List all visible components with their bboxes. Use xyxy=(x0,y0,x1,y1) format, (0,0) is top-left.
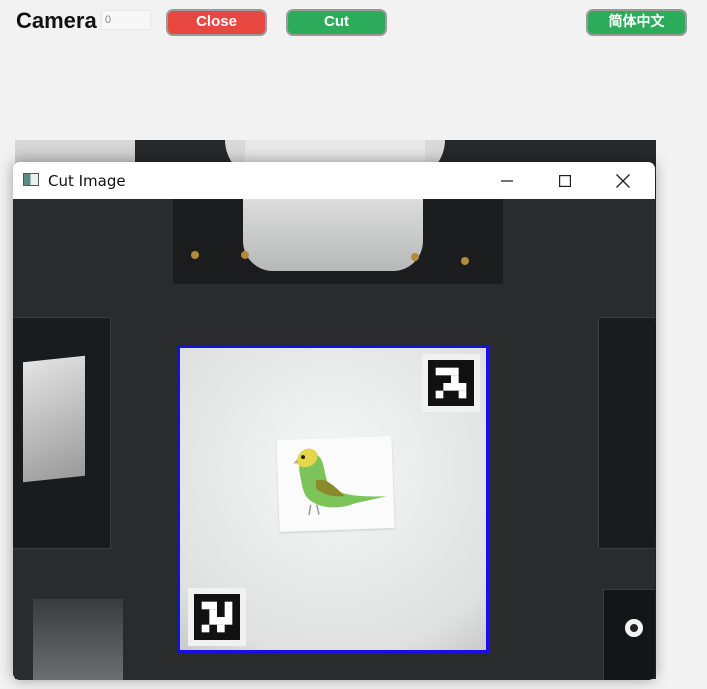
image-right-block xyxy=(598,317,655,549)
maximize-icon xyxy=(559,174,571,187)
close-icon xyxy=(616,173,630,188)
image-bottom-left-object xyxy=(33,599,123,680)
window-title: Cut Image xyxy=(48,172,126,190)
aruco-marker-icon xyxy=(428,360,474,406)
minimize-button[interactable] xyxy=(478,162,536,199)
cut-image-window: Cut Image xyxy=(13,162,655,680)
maximize-button[interactable] xyxy=(536,162,594,199)
camera-index-input[interactable] xyxy=(101,10,151,30)
app-title: Camera xyxy=(16,8,97,33)
minimize-icon xyxy=(501,179,513,182)
window-close-button[interactable] xyxy=(594,162,652,199)
aruco-marker-top-right xyxy=(422,354,480,412)
image-bolt xyxy=(191,251,199,259)
image-bolt xyxy=(241,251,249,259)
cut-selection-region[interactable] xyxy=(177,345,489,653)
budgerigar-card xyxy=(276,436,395,532)
window-titlebar[interactable]: Cut Image xyxy=(13,162,655,199)
language-button[interactable]: 简体中文 xyxy=(586,9,687,36)
image-paper xyxy=(23,355,85,483)
app-root: Camera Close Cut 简体中文 Cut Image xyxy=(0,0,707,689)
close-button[interactable]: Close xyxy=(166,9,267,36)
image-window-icon xyxy=(23,173,39,186)
image-bolt xyxy=(411,253,419,261)
aruco-marker-icon xyxy=(194,594,240,640)
cut-image-view xyxy=(13,199,655,680)
image-round-fixture xyxy=(625,619,643,637)
image-bolt xyxy=(461,257,469,265)
cut-button[interactable]: Cut xyxy=(286,9,387,36)
image-cylinder xyxy=(243,199,423,271)
aruco-marker-bottom-left xyxy=(188,588,246,646)
budgerigar-picture xyxy=(293,448,387,516)
